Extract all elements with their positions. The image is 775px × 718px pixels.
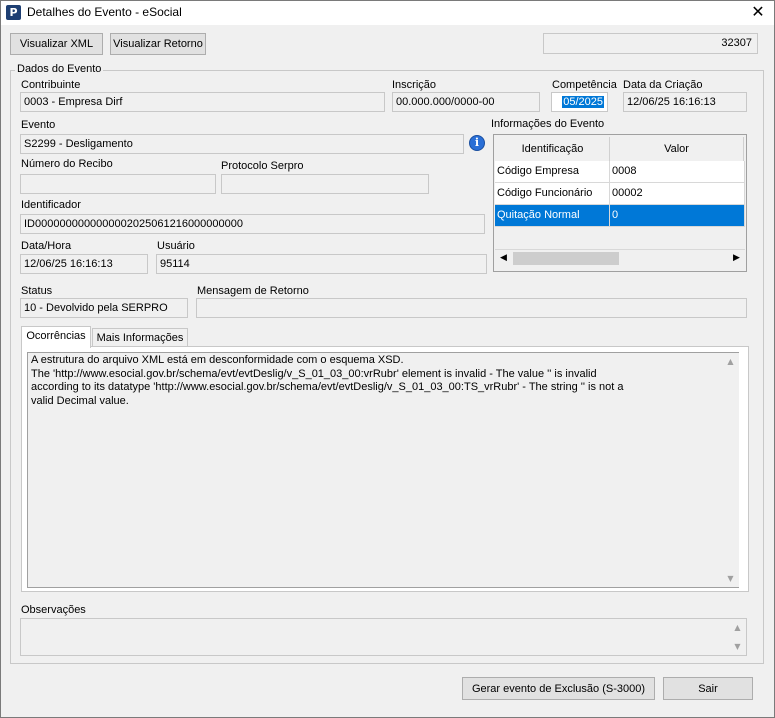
ocorrencias-text: A estrutura do arquivo XML está em desco…	[31, 354, 624, 407]
close-button[interactable]: ✕	[744, 2, 772, 22]
info-icon[interactable]: i	[469, 135, 485, 151]
scroll-up-icon[interactable]: ▲	[729, 619, 746, 636]
grid-horizontal-scrollbar[interactable]: ◀ ▶	[495, 249, 745, 266]
status-field: 10 - Devolvido pela SERPRO	[20, 298, 188, 318]
grid-cell-id[interactable]: Código Funcionário	[495, 183, 610, 205]
view-return-button[interactable]: Visualizar Retorno	[110, 33, 206, 55]
app-logo-icon: P	[6, 5, 21, 20]
numero-recibo-field	[20, 174, 216, 194]
scroll-down-icon[interactable]: ▼	[722, 570, 739, 587]
data-criacao-label: Data da Criação	[623, 79, 703, 91]
observacoes-label: Observações	[21, 604, 86, 616]
grid-cell-id[interactable]: Código Empresa	[495, 161, 610, 183]
grid-cell-value-selected[interactable]: 0	[610, 205, 745, 227]
grid-cell-id-selected[interactable]: Quitação Normal	[495, 205, 610, 227]
evento-label: Evento	[21, 119, 56, 131]
scroll-right-icon[interactable]: ▶	[728, 250, 745, 267]
gerar-exclusao-button[interactable]: Gerar evento de Exclusão (S-3000)	[462, 677, 655, 700]
scroll-thumb[interactable]	[513, 252, 619, 265]
identificador-field: ID0000000000000002025061216000000000	[20, 214, 485, 234]
competencia-label: Competência	[552, 79, 617, 91]
info-grid: Identificação Valor Código Empresa 0008 …	[493, 134, 747, 272]
sair-button[interactable]: Sair	[663, 677, 753, 700]
data-criacao-field: 12/06/25 16:16:13	[623, 92, 747, 112]
data-hora-field: 12/06/25 16:16:13	[20, 254, 148, 274]
protocolo-field	[221, 174, 429, 194]
view-xml-button[interactable]: Visualizar XML	[10, 33, 103, 55]
numero-recibo-label: Número do Recibo	[21, 158, 113, 170]
evento-field: S2299 - Desligamento	[20, 134, 464, 154]
memo-vertical-scrollbar[interactable]: ▲ ▼	[722, 353, 739, 587]
competencia-field[interactable]: 05/2025	[551, 92, 608, 112]
grid-header-identificacao[interactable]: Identificação	[496, 137, 610, 161]
window-title: Detalhes do Evento - eSocial	[27, 5, 182, 19]
mensagem-retorno-label: Mensagem de Retorno	[197, 285, 309, 297]
status-label: Status	[21, 285, 53, 297]
competencia-value: 05/2025	[562, 96, 604, 108]
tab-mais-informacoes[interactable]: Mais Informações	[92, 328, 188, 348]
data-hora-label: Data/Hora	[21, 240, 72, 252]
scroll-down-icon[interactable]: ▼	[729, 638, 746, 655]
usuario-field: 95114	[156, 254, 487, 274]
contribuinte-field: 0003 - Empresa Dirf	[20, 92, 385, 112]
grid-cell-value[interactable]: 00002	[610, 183, 745, 205]
observacoes-field[interactable]: ▲ ▼	[20, 618, 747, 656]
usuario-label: Usuário	[157, 240, 195, 252]
identificador-label: Identificador	[21, 199, 81, 211]
info-grid-title: Informações do Evento	[491, 118, 605, 130]
tab-ocorrencias[interactable]: Ocorrências	[21, 326, 91, 348]
grid-header-valor[interactable]: Valor	[610, 137, 744, 161]
scroll-left-icon[interactable]: ◀	[495, 250, 512, 267]
scroll-up-icon[interactable]: ▲	[722, 353, 739, 370]
protocolo-label: Protocolo Serpro	[221, 160, 304, 172]
ocorrencias-memo[interactable]: A estrutura do arquivo XML está em desco…	[27, 352, 739, 588]
inscricao-field: 00.000.000/0000-00	[392, 92, 540, 112]
mensagem-retorno-field	[196, 298, 747, 318]
inscricao-label: Inscrição	[392, 79, 437, 91]
grid-cell-value[interactable]: 0008	[610, 161, 745, 183]
event-number-field: 32307	[543, 33, 758, 54]
observacoes-vertical-scrollbar[interactable]: ▲ ▼	[729, 619, 746, 655]
group-title: Dados do Evento	[15, 63, 104, 75]
contribuinte-label: Contribuinte	[21, 79, 81, 91]
